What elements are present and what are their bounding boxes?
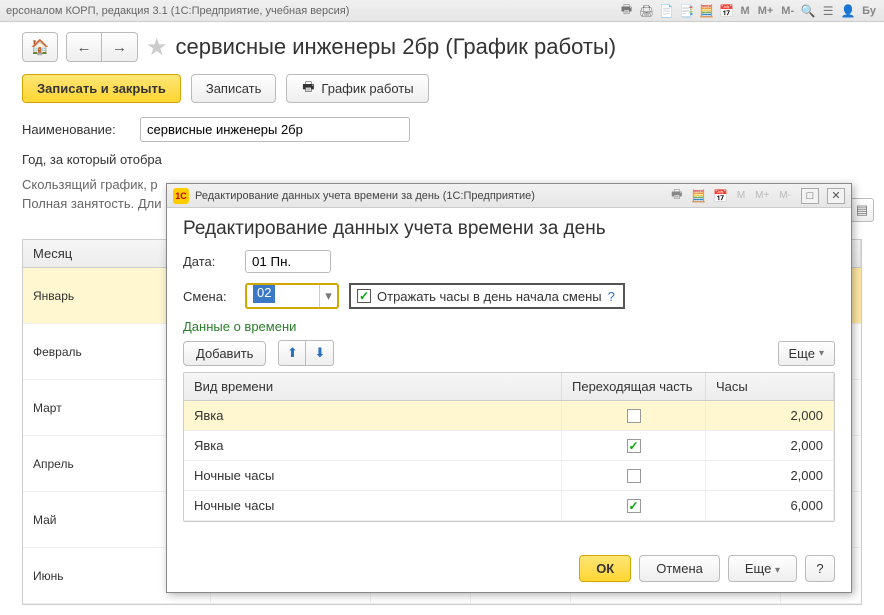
carry-cell[interactable] (562, 401, 706, 430)
nav-forward-button[interactable]: → (102, 32, 138, 62)
home-button[interactable]: 🏠 (22, 32, 58, 62)
favorite-star-icon[interactable]: ★ (146, 33, 168, 62)
hours-cell: 2,000 (706, 401, 834, 430)
zoom-icon[interactable]: 🔍 (800, 3, 816, 19)
dlg-calendar-icon[interactable]: 📅 (713, 188, 729, 204)
page-title: сервисные инженеры 2бр (График работы) (176, 34, 617, 60)
doc-icon[interactable]: 📄 (659, 3, 675, 19)
memory-mminus[interactable]: M- (779, 5, 796, 17)
app-1c-icon: 1C (173, 188, 189, 204)
doc2-icon[interactable]: 📑 (679, 3, 695, 19)
save-button[interactable]: Записать (191, 74, 277, 103)
hours-cell: 6,000 (706, 491, 834, 520)
cancel-button[interactable]: Отмена (639, 555, 720, 582)
carry-checkbox[interactable]: ✓ (627, 439, 641, 453)
shift-dropdown-icon[interactable]: ▾ (319, 285, 337, 307)
dialog-maximize-button[interactable]: □ (801, 188, 819, 204)
help-icon[interactable]: ? (608, 289, 615, 304)
col-type-header[interactable]: Вид времени (184, 373, 562, 400)
reflect-hours-checkbox[interactable]: ✓ (357, 289, 371, 303)
schedule-button-label: График работы (321, 81, 413, 96)
edit-time-dialog: 1C Редактирование данных учета времени з… (166, 183, 852, 593)
user-label: Бу (860, 5, 878, 17)
reflect-hours-label: Отражать часы в день начала смены (377, 289, 602, 304)
chevron-down-icon: ▾ (819, 348, 824, 359)
save-and-close-button[interactable]: Записать и закрыть (22, 74, 181, 103)
carry-cell[interactable] (562, 461, 706, 490)
user-icon[interactable]: 👤 (840, 3, 856, 19)
shift-label: Смена: (183, 289, 235, 304)
type-cell: Явка (184, 431, 562, 460)
type-cell: Ночные часы (184, 491, 562, 520)
table-row[interactable]: Ночные часы 2,000 (184, 461, 834, 491)
print2-icon[interactable]: 🖨 (639, 3, 655, 19)
calendar-icon[interactable]: 📅 (719, 3, 735, 19)
ok-button[interactable]: ОК (579, 555, 631, 582)
hours-cell: 2,000 (706, 461, 834, 490)
table-row[interactable]: Явка 2,000 (184, 401, 834, 431)
move-down-button[interactable]: ⬇ (306, 340, 334, 366)
dialog-close-button[interactable]: ✕ (827, 188, 845, 204)
type-cell: Явка (184, 401, 562, 430)
dialog-title: Редактирование данных учета времени за д… (183, 218, 835, 240)
type-cell: Ночные часы (184, 461, 562, 490)
dlg-print-icon[interactable]: 🖶 (669, 188, 685, 204)
chevron-down-icon: ▾ (775, 565, 780, 576)
memory-m[interactable]: M (739, 5, 752, 17)
menu-icon[interactable]: ☰ (820, 3, 836, 19)
app-title: ерсоналом КОРП, редакция 3.1 (1С:Предпри… (6, 5, 349, 17)
name-label: Наименование: (22, 122, 132, 137)
col-hours-header[interactable]: Часы (706, 373, 834, 400)
more-button-bottom[interactable]: Еще ▾ (728, 555, 797, 582)
reflect-hours-frame[interactable]: ✓ Отражать часы в день начала смены ? (349, 283, 625, 309)
col-carry-header[interactable]: Переходящая часть (562, 373, 706, 400)
dlg-m[interactable]: M (735, 190, 747, 201)
carry-checkbox[interactable] (627, 469, 641, 483)
carry-cell[interactable]: ✓ (562, 431, 706, 460)
dlg-calc-icon[interactable]: 🧮 (691, 188, 707, 204)
side-toggle-button[interactable]: ▤ (850, 198, 874, 222)
carry-checkbox[interactable]: ✓ (627, 499, 641, 513)
name-input[interactable] (140, 117, 410, 142)
dlg-mplus[interactable]: M+ (753, 190, 771, 201)
carry-checkbox[interactable] (627, 409, 641, 423)
date-label: Дата: (183, 254, 235, 269)
table-row[interactable]: Ночные часы ✓ 6,000 (184, 491, 834, 521)
shift-input-wrap[interactable]: 02 ▾ (245, 283, 339, 309)
calc-icon[interactable]: 🧮 (699, 3, 715, 19)
schedule-button[interactable]: 🖶 График работы (286, 74, 428, 103)
print-icon: 🖶 (301, 82, 315, 96)
dialog-window-title: Редактирование данных учета времени за д… (195, 190, 663, 202)
add-button[interactable]: Добавить (183, 341, 266, 366)
memory-mplus[interactable]: M+ (756, 5, 776, 17)
more-button-top[interactable]: Еще ▾ (778, 341, 835, 366)
date-input[interactable] (245, 250, 331, 273)
time-data-section-label: Данные о времени (183, 319, 835, 334)
hours-cell: 2,000 (706, 431, 834, 460)
shift-value-selected[interactable]: 02 (253, 283, 275, 303)
table-row[interactable]: Явка ✓ 2,000 (184, 431, 834, 461)
app-titlebar: ерсоналом КОРП, редакция 3.1 (1С:Предпри… (0, 0, 884, 22)
move-up-button[interactable]: ⬆ (278, 340, 306, 366)
print-icon[interactable]: 🖶 (619, 3, 635, 19)
carry-cell[interactable]: ✓ (562, 491, 706, 520)
help-button[interactable]: ? (805, 555, 835, 582)
time-table: Вид времени Переходящая часть Часы Явка 2… (183, 372, 835, 522)
year-label: Год, за который отобра (22, 152, 162, 167)
nav-back-button[interactable]: ← (66, 32, 102, 62)
dlg-mminus[interactable]: M- (777, 190, 793, 201)
